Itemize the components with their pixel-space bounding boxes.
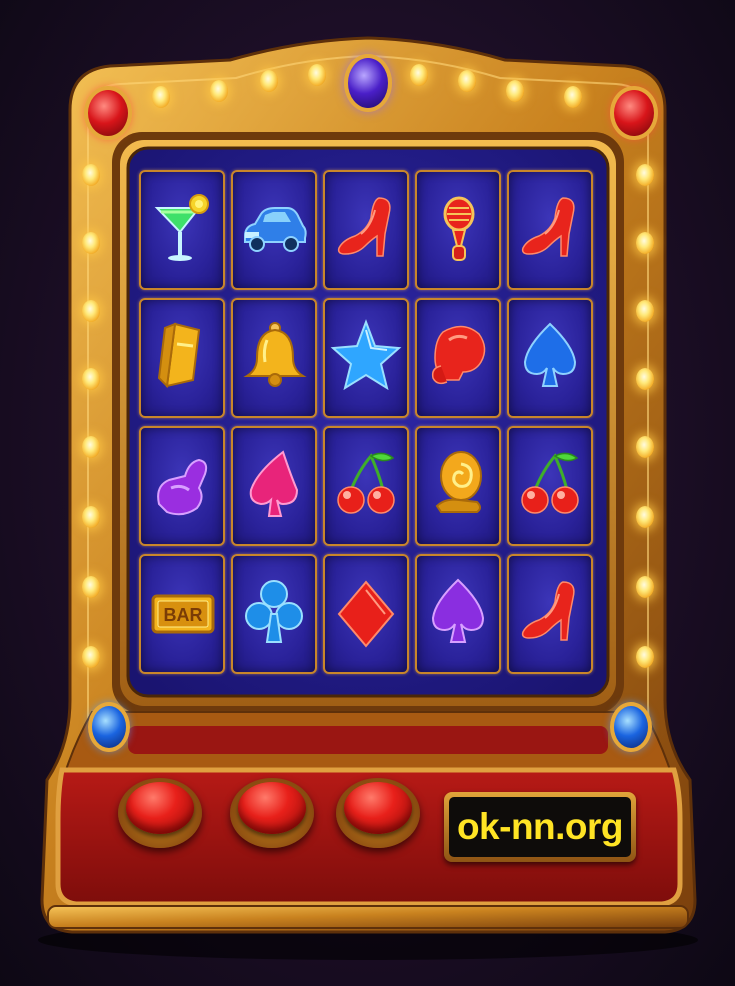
reel-cell[interactable] — [231, 554, 317, 674]
marquee-bulb — [458, 70, 476, 92]
reel-cell[interactable] — [323, 170, 409, 290]
pink-spade-icon — [249, 450, 299, 517]
cherries-icon — [337, 452, 395, 514]
marquee-bulb — [260, 70, 278, 92]
purple-gem-top — [344, 54, 392, 112]
marquee-bulb — [506, 80, 524, 102]
high-heel-icon — [521, 197, 575, 257]
purple-spade-icon — [431, 578, 485, 643]
reel-cell[interactable] — [507, 298, 593, 418]
side-bulb — [82, 164, 100, 186]
bar-symbol-label: BAR — [164, 605, 203, 625]
red-gem-right — [610, 86, 658, 140]
button-cap — [126, 782, 194, 834]
spade-icon — [523, 322, 577, 387]
spin-button-3[interactable] — [336, 778, 420, 848]
button-cap — [344, 782, 412, 834]
reel-cell[interactable] — [415, 426, 501, 546]
star-icon — [330, 319, 402, 391]
gold-bar-icon — [157, 322, 201, 389]
reel-cell[interactable] — [415, 554, 501, 674]
diamond-icon — [337, 580, 395, 648]
side-bulb — [636, 646, 654, 668]
slot-machine: BAR ok-nn.org — [0, 0, 735, 986]
side-bulb — [636, 368, 654, 390]
reel-cell[interactable] — [139, 426, 225, 546]
reel-cell[interactable] — [139, 298, 225, 418]
bell-icon — [243, 322, 307, 387]
reel-cell[interactable] — [231, 298, 317, 418]
cherries-icon — [521, 452, 579, 514]
spin-button-2[interactable] — [230, 778, 314, 848]
side-bulb — [636, 164, 654, 186]
bar-icon: BAR — [151, 594, 215, 634]
reel-cell[interactable]: BAR — [139, 554, 225, 674]
side-bulb — [82, 436, 100, 458]
marquee-bulb — [308, 64, 326, 86]
blue-gem-right — [610, 702, 652, 752]
reel-cell[interactable] — [231, 170, 317, 290]
reel-cell[interactable] — [139, 170, 225, 290]
reel-cell[interactable] — [507, 170, 593, 290]
car-icon — [244, 207, 307, 252]
side-bulb — [82, 506, 100, 528]
marquee-bulb — [152, 86, 170, 108]
reel-cell[interactable] — [323, 426, 409, 546]
gold-snail-icon — [435, 451, 482, 513]
side-bulb — [82, 576, 100, 598]
club-icon — [245, 580, 303, 643]
high-heel-icon — [337, 197, 391, 257]
cocktail-icon — [154, 194, 209, 261]
display-panel: ok-nn.org — [444, 792, 636, 862]
boxing-glove-icon — [431, 325, 486, 385]
side-bulb — [636, 506, 654, 528]
red-gem-left — [84, 86, 132, 140]
reel-cell[interactable] — [415, 170, 501, 290]
marquee-bulb — [564, 86, 582, 108]
side-bulb — [82, 368, 100, 390]
flexed-arm-icon — [157, 458, 208, 516]
button-cap — [238, 782, 306, 834]
side-bulb — [636, 232, 654, 254]
display-text: ok-nn.org — [449, 797, 631, 857]
side-bulb — [636, 300, 654, 322]
reel-cell[interactable] — [415, 298, 501, 418]
reel-cell[interactable] — [231, 426, 317, 546]
reel-cell[interactable] — [507, 554, 593, 674]
reel-cell[interactable] — [507, 426, 593, 546]
microphone-icon — [443, 196, 475, 261]
blue-gem-left — [88, 702, 130, 752]
high-heel-icon — [521, 581, 575, 641]
side-bulb — [82, 300, 100, 322]
side-bulb — [636, 436, 654, 458]
marquee-bulb — [210, 80, 228, 102]
reel-cell[interactable] — [323, 554, 409, 674]
reel-grid: BAR — [139, 170, 597, 674]
spin-button-1[interactable] — [118, 778, 202, 848]
side-bulb — [82, 232, 100, 254]
marquee-bulb — [410, 64, 428, 86]
side-bulb — [636, 576, 654, 598]
reel-cell[interactable] — [323, 298, 409, 418]
side-bulb — [82, 646, 100, 668]
